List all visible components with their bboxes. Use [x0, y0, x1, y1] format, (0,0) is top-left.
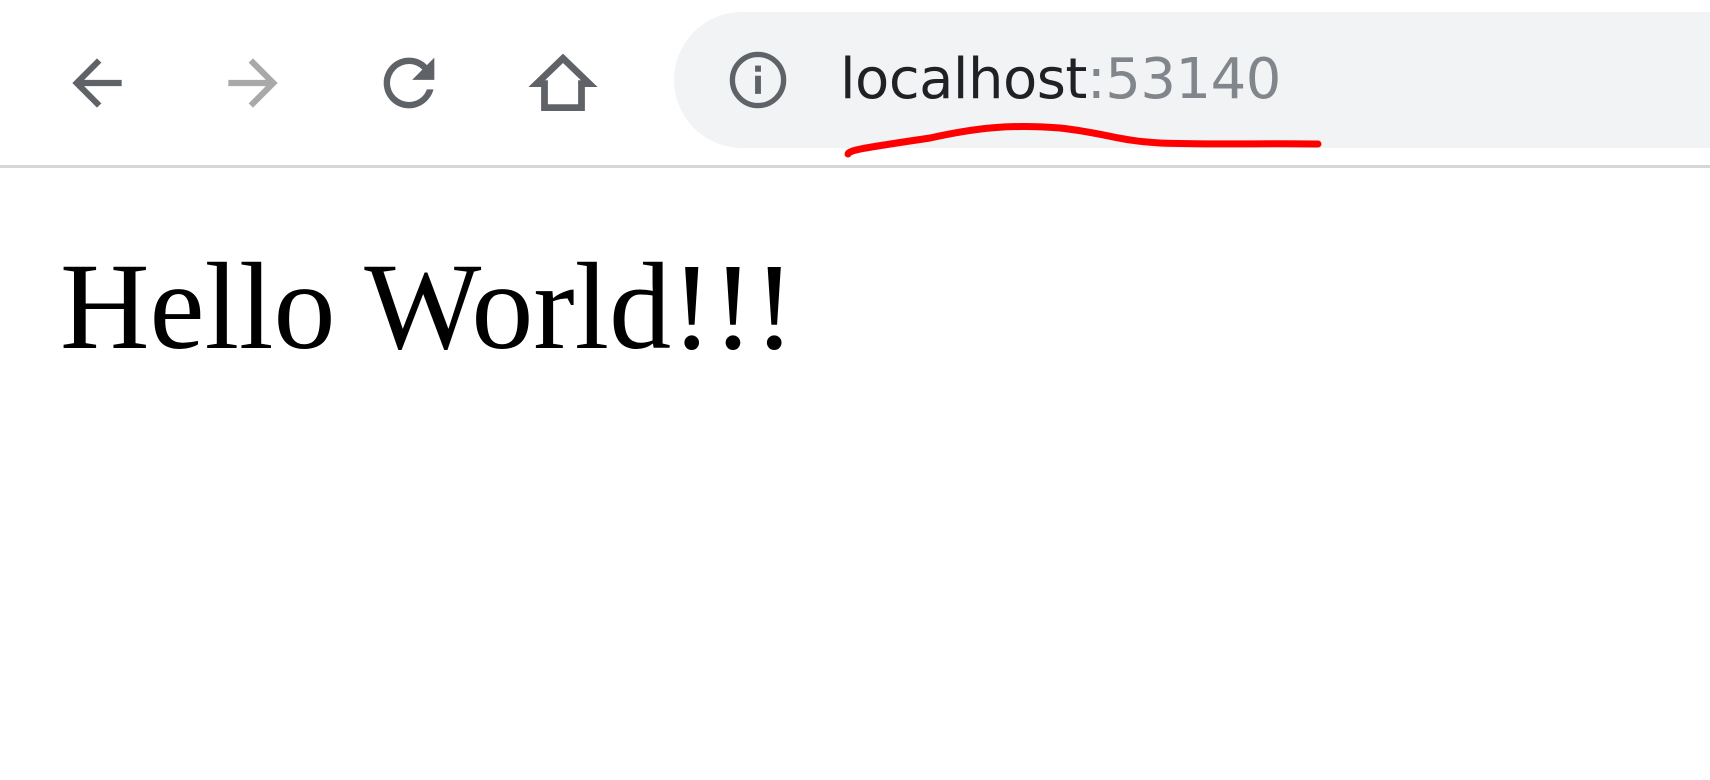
back-button[interactable] [52, 38, 142, 128]
page-heading: Hello World!!! [60, 238, 795, 375]
home-icon [528, 53, 598, 112]
address-bar[interactable]: localhost:53140 [674, 12, 1710, 148]
browser-toolbar: localhost:53140 [0, 0, 1710, 168]
arrow-right-icon [228, 58, 278, 108]
url-text[interactable]: localhost:53140 [840, 46, 1281, 114]
info-icon[interactable] [726, 48, 790, 112]
home-button[interactable] [518, 38, 608, 128]
reload-icon [383, 57, 435, 109]
forward-button[interactable] [208, 38, 298, 128]
url-port: 53140 [1105, 47, 1281, 112]
reload-button[interactable] [364, 38, 454, 128]
url-host: localhost [840, 47, 1087, 112]
url-port-separator: : [1086, 47, 1106, 112]
arrow-left-icon [72, 58, 122, 108]
page-content: Hello World!!! [0, 171, 1710, 780]
